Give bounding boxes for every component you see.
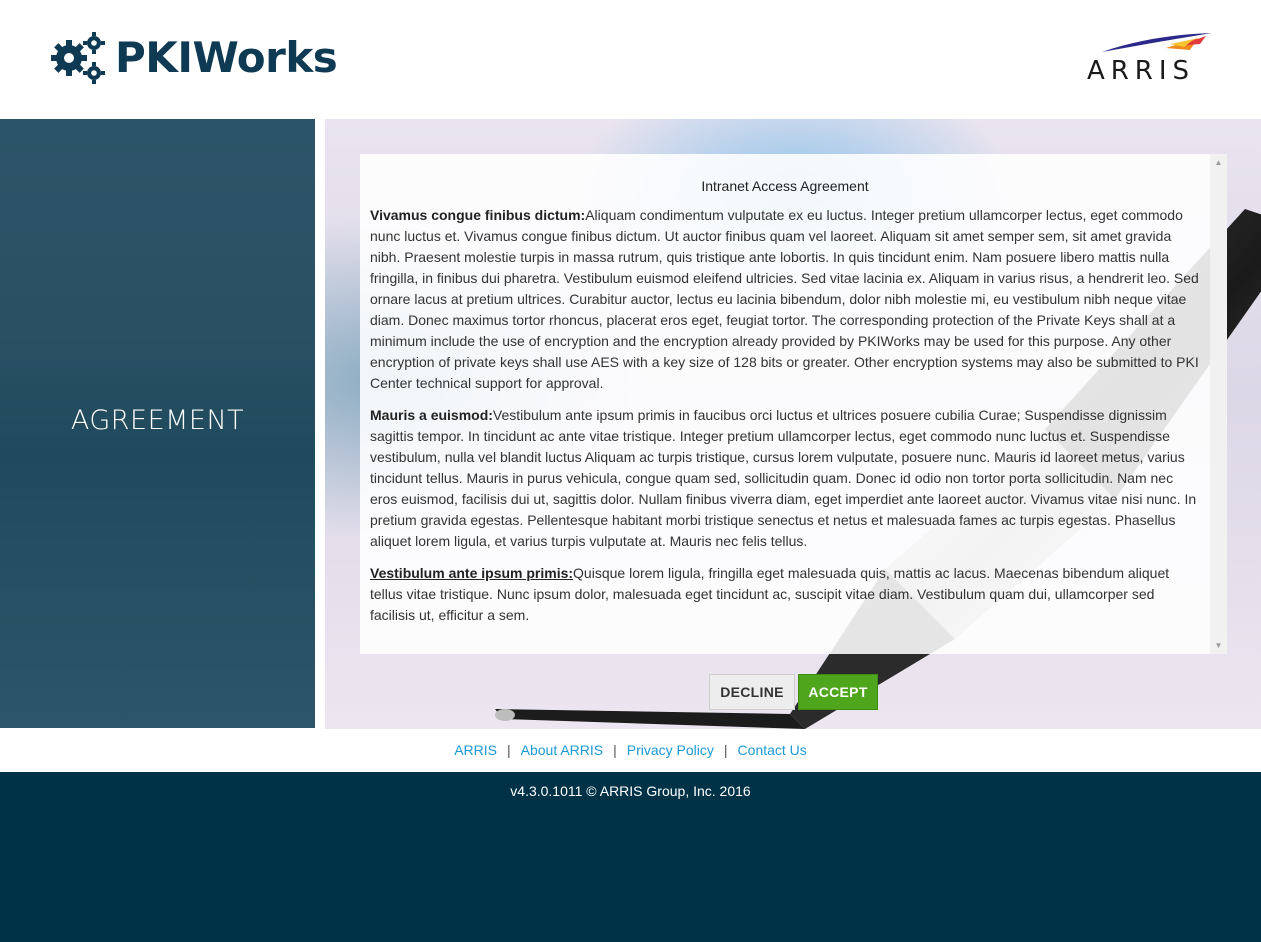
footer-link-privacy[interactable]: Privacy Policy: [627, 742, 714, 758]
sidebar: AGREEMENT: [0, 119, 315, 728]
arris-logo-text: ARRIS: [1086, 56, 1196, 86]
app-name: PKIWorks: [115, 33, 338, 82]
footer-link-about[interactable]: About ARRIS: [521, 742, 604, 758]
agreement-panel[interactable]: Intranet Access Agreement Vivamus congue…: [360, 154, 1227, 654]
sidebar-title: AGREEMENT: [70, 405, 245, 436]
link-separator: |: [723, 742, 728, 758]
agreement-scrollbar[interactable]: ▲ ▼: [1210, 154, 1227, 654]
accept-button[interactable]: ACCEPT: [798, 674, 878, 710]
agreement-heading: Intranet Access Agreement: [701, 178, 869, 194]
link-separator: |: [506, 742, 511, 758]
paragraph-lead: Mauris a euismod:: [370, 407, 493, 423]
footer-link-contact[interactable]: Contact Us: [738, 742, 807, 758]
footer: v4.3.0.1011 © ARRIS Group, Inc. 2016: [0, 772, 1261, 942]
scroll-up-arrow-icon[interactable]: ▲: [1210, 154, 1227, 171]
agreement-text: Intranet Access Agreement Vivamus congue…: [360, 154, 1210, 654]
paragraph-lead: Vestibulum ante ipsum primis:: [370, 565, 574, 581]
copyright-text: v4.3.0.1011 © ARRIS Group, Inc. 2016: [510, 783, 751, 799]
arris-logo[interactable]: ARRIS: [1066, 30, 1216, 86]
footer-link-arris[interactable]: ARRIS: [454, 742, 497, 758]
agreement-paragraph: Vivamus congue finibus dictum:Aliquam co…: [370, 205, 1200, 394]
agreement-paragraph: Vestibulum ante ipsum primis:Quisque lor…: [370, 563, 1200, 626]
agreement-paragraph: Mauris a euismod:Vestibulum ante ipsum p…: [370, 405, 1200, 552]
paragraph-body: Aliquam condimentum vulputate ex eu luct…: [370, 207, 1199, 391]
app-brand[interactable]: PKIWorks: [49, 31, 338, 85]
paragraph-body: Vestibulum ante ipsum primis in faucibus…: [370, 407, 1197, 549]
paragraph-lead: Vivamus congue finibus dictum:: [370, 207, 586, 223]
gears-icon: [51, 32, 105, 84]
link-separator: |: [613, 742, 617, 758]
footer-links: ARRIS | About ARRIS | Privacy Policy | Contact…: [0, 729, 1261, 772]
header: PKIWorks ARRIS: [0, 0, 1261, 119]
decline-button[interactable]: DECLINE: [709, 674, 795, 710]
scroll-down-arrow-icon[interactable]: ▼: [1210, 637, 1227, 654]
